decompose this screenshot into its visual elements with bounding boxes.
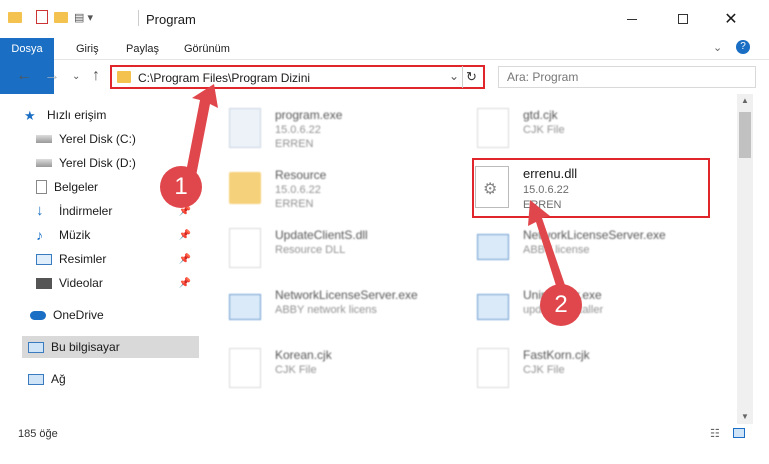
arrow-2-icon <box>528 200 566 292</box>
scrollbar-thumb[interactable] <box>739 112 751 158</box>
item-count: 185 öğe <box>18 428 58 440</box>
large-icons-view-icon[interactable] <box>733 428 745 438</box>
details-view-icon[interactable]: ☷ <box>710 427 720 440</box>
vertical-scrollbar[interactable]: ▲ ▼ <box>737 94 753 424</box>
scroll-down-icon[interactable]: ▼ <box>741 412 749 421</box>
step-marker-2: 2 <box>540 284 582 326</box>
arrow-1-icon <box>186 84 218 176</box>
step-marker-1: 1 <box>160 166 202 208</box>
annotation-arrows <box>186 84 566 292</box>
scroll-up-icon[interactable]: ▲ <box>741 96 749 105</box>
status-bar: 185 öğe ☷ <box>0 424 769 444</box>
